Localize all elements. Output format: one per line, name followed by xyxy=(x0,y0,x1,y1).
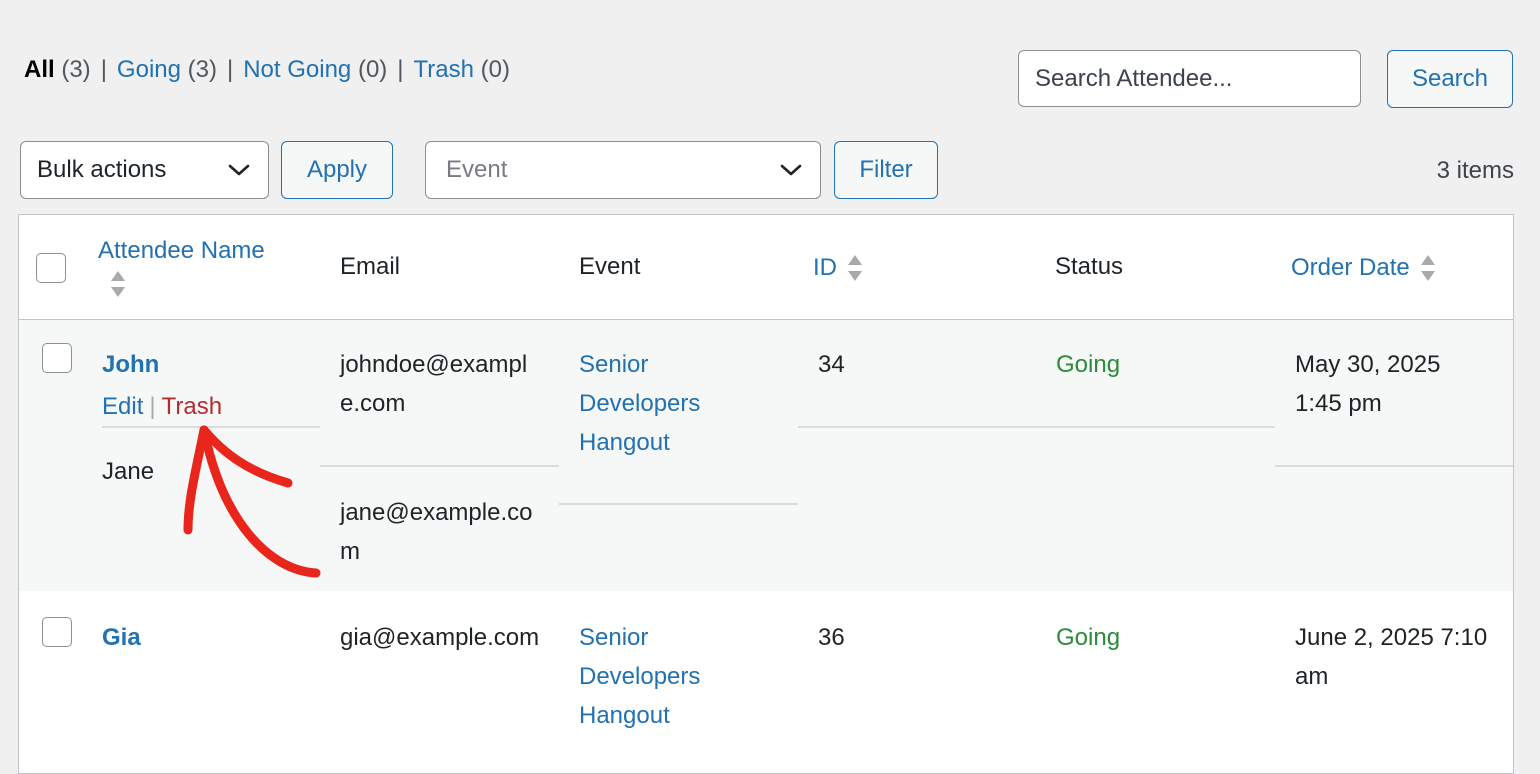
column-attendee-name-label: Attendee Name xyxy=(98,237,265,264)
column-id-label: ID xyxy=(813,254,837,281)
attendee-id: 34 xyxy=(818,351,845,378)
event-line: Senior xyxy=(579,624,649,651)
column-email: Email xyxy=(340,253,401,280)
filter-going-count: (3) xyxy=(187,56,217,83)
column-id[interactable]: ID xyxy=(813,253,865,283)
separator: | xyxy=(100,56,107,83)
attendee-email: gia@example.com xyxy=(340,624,540,651)
status-badge: Going xyxy=(1056,351,1121,378)
filter-trash-link[interactable]: Trash xyxy=(414,56,474,83)
date-line: 1:45 pm xyxy=(1295,390,1382,417)
bulk-actions-select[interactable]: Bulk actions xyxy=(20,141,269,199)
column-order-date[interactable]: Order Date xyxy=(1291,253,1438,283)
chevron-down-icon xyxy=(228,164,250,176)
event-select[interactable]: Event xyxy=(425,141,821,199)
search-button[interactable]: Search xyxy=(1387,50,1513,108)
select-all-checkbox[interactable] xyxy=(36,253,66,283)
attendee-id: 36 xyxy=(818,624,845,651)
sort-icon xyxy=(848,255,862,281)
status-filter-links: All (3) | Going (3) | Not Going (0) | Trash (0… xyxy=(24,56,510,84)
event-line: Senior xyxy=(579,351,649,378)
filter-all-count: (3) xyxy=(61,56,91,83)
column-status: Status xyxy=(1055,253,1124,280)
trash-link[interactable]: Trash xyxy=(162,393,222,420)
attendees-table: Attendee Name Email Event ID Status Orde… xyxy=(18,214,1514,774)
row-actions: Edit | Trash xyxy=(102,393,222,421)
status-badge: Going xyxy=(1056,624,1121,651)
separator: | xyxy=(149,393,156,420)
apply-button[interactable]: Apply xyxy=(281,141,393,199)
bulk-actions-value: Bulk actions xyxy=(37,156,167,183)
chevron-down-icon xyxy=(780,164,802,176)
filter-going-link[interactable]: Going xyxy=(117,56,181,83)
event-line: Developers xyxy=(579,390,701,417)
filter-all-link[interactable]: All xyxy=(24,56,55,83)
sub-attendee-name: Jane xyxy=(102,458,155,485)
search-attendee-input[interactable] xyxy=(1018,50,1361,107)
divider xyxy=(559,503,798,505)
event-line: Hangout xyxy=(579,429,670,456)
email-line: johndoe@exampl xyxy=(340,351,528,378)
column-order-date-label: Order Date xyxy=(1291,254,1410,281)
email-line: e.com xyxy=(340,390,406,417)
filter-not-going-count: (0) xyxy=(357,56,388,83)
table-row: Gia gia@example.com Senior Developers Ha… xyxy=(19,591,1513,773)
date-line: June 2, 2025 7:10 xyxy=(1295,624,1488,651)
event-link[interactable]: Senior Developers Hangout xyxy=(579,618,700,735)
sub-attendee-email: jane@example.co m xyxy=(340,493,532,571)
sort-icon xyxy=(111,271,125,297)
filter-button[interactable]: Filter xyxy=(834,141,938,199)
event-select-value: Event xyxy=(446,156,508,183)
column-attendee-name[interactable]: Attendee Name xyxy=(98,237,265,306)
column-event: Event xyxy=(579,253,641,280)
filter-not-going-link[interactable]: Not Going xyxy=(243,56,351,83)
event-line: Hangout xyxy=(579,702,670,729)
row-checkbox[interactable] xyxy=(42,343,72,373)
order-date: May 30, 2025 1:45 pm xyxy=(1295,345,1440,423)
event-link[interactable]: Senior Developers Hangout xyxy=(579,345,700,462)
attendee-name-link[interactable]: John xyxy=(102,345,159,384)
filter-trash-count: (0) xyxy=(480,56,511,83)
separator: | xyxy=(226,56,234,83)
divider xyxy=(320,465,559,467)
divider xyxy=(798,426,1275,428)
date-line: am xyxy=(1295,663,1329,690)
order-date: June 2, 2025 7:10 am xyxy=(1295,618,1487,696)
divider xyxy=(102,426,320,428)
attendee-name-link[interactable]: Gia xyxy=(102,618,141,657)
sort-icon xyxy=(1420,255,1435,281)
items-count: 3 items xyxy=(1436,157,1514,184)
event-line: Developers xyxy=(579,663,701,690)
email-line: jane@example.co xyxy=(340,499,533,526)
edit-link[interactable]: Edit xyxy=(102,393,143,420)
row-checkbox[interactable] xyxy=(42,617,72,647)
email-line: m xyxy=(340,538,360,565)
separator: | xyxy=(397,56,404,83)
attendee-email: johndoe@exampl e.com xyxy=(340,345,527,423)
divider xyxy=(1275,465,1513,467)
date-line: May 30, 2025 xyxy=(1295,351,1441,378)
table-header: Attendee Name Email Event ID Status Orde… xyxy=(19,215,1513,320)
